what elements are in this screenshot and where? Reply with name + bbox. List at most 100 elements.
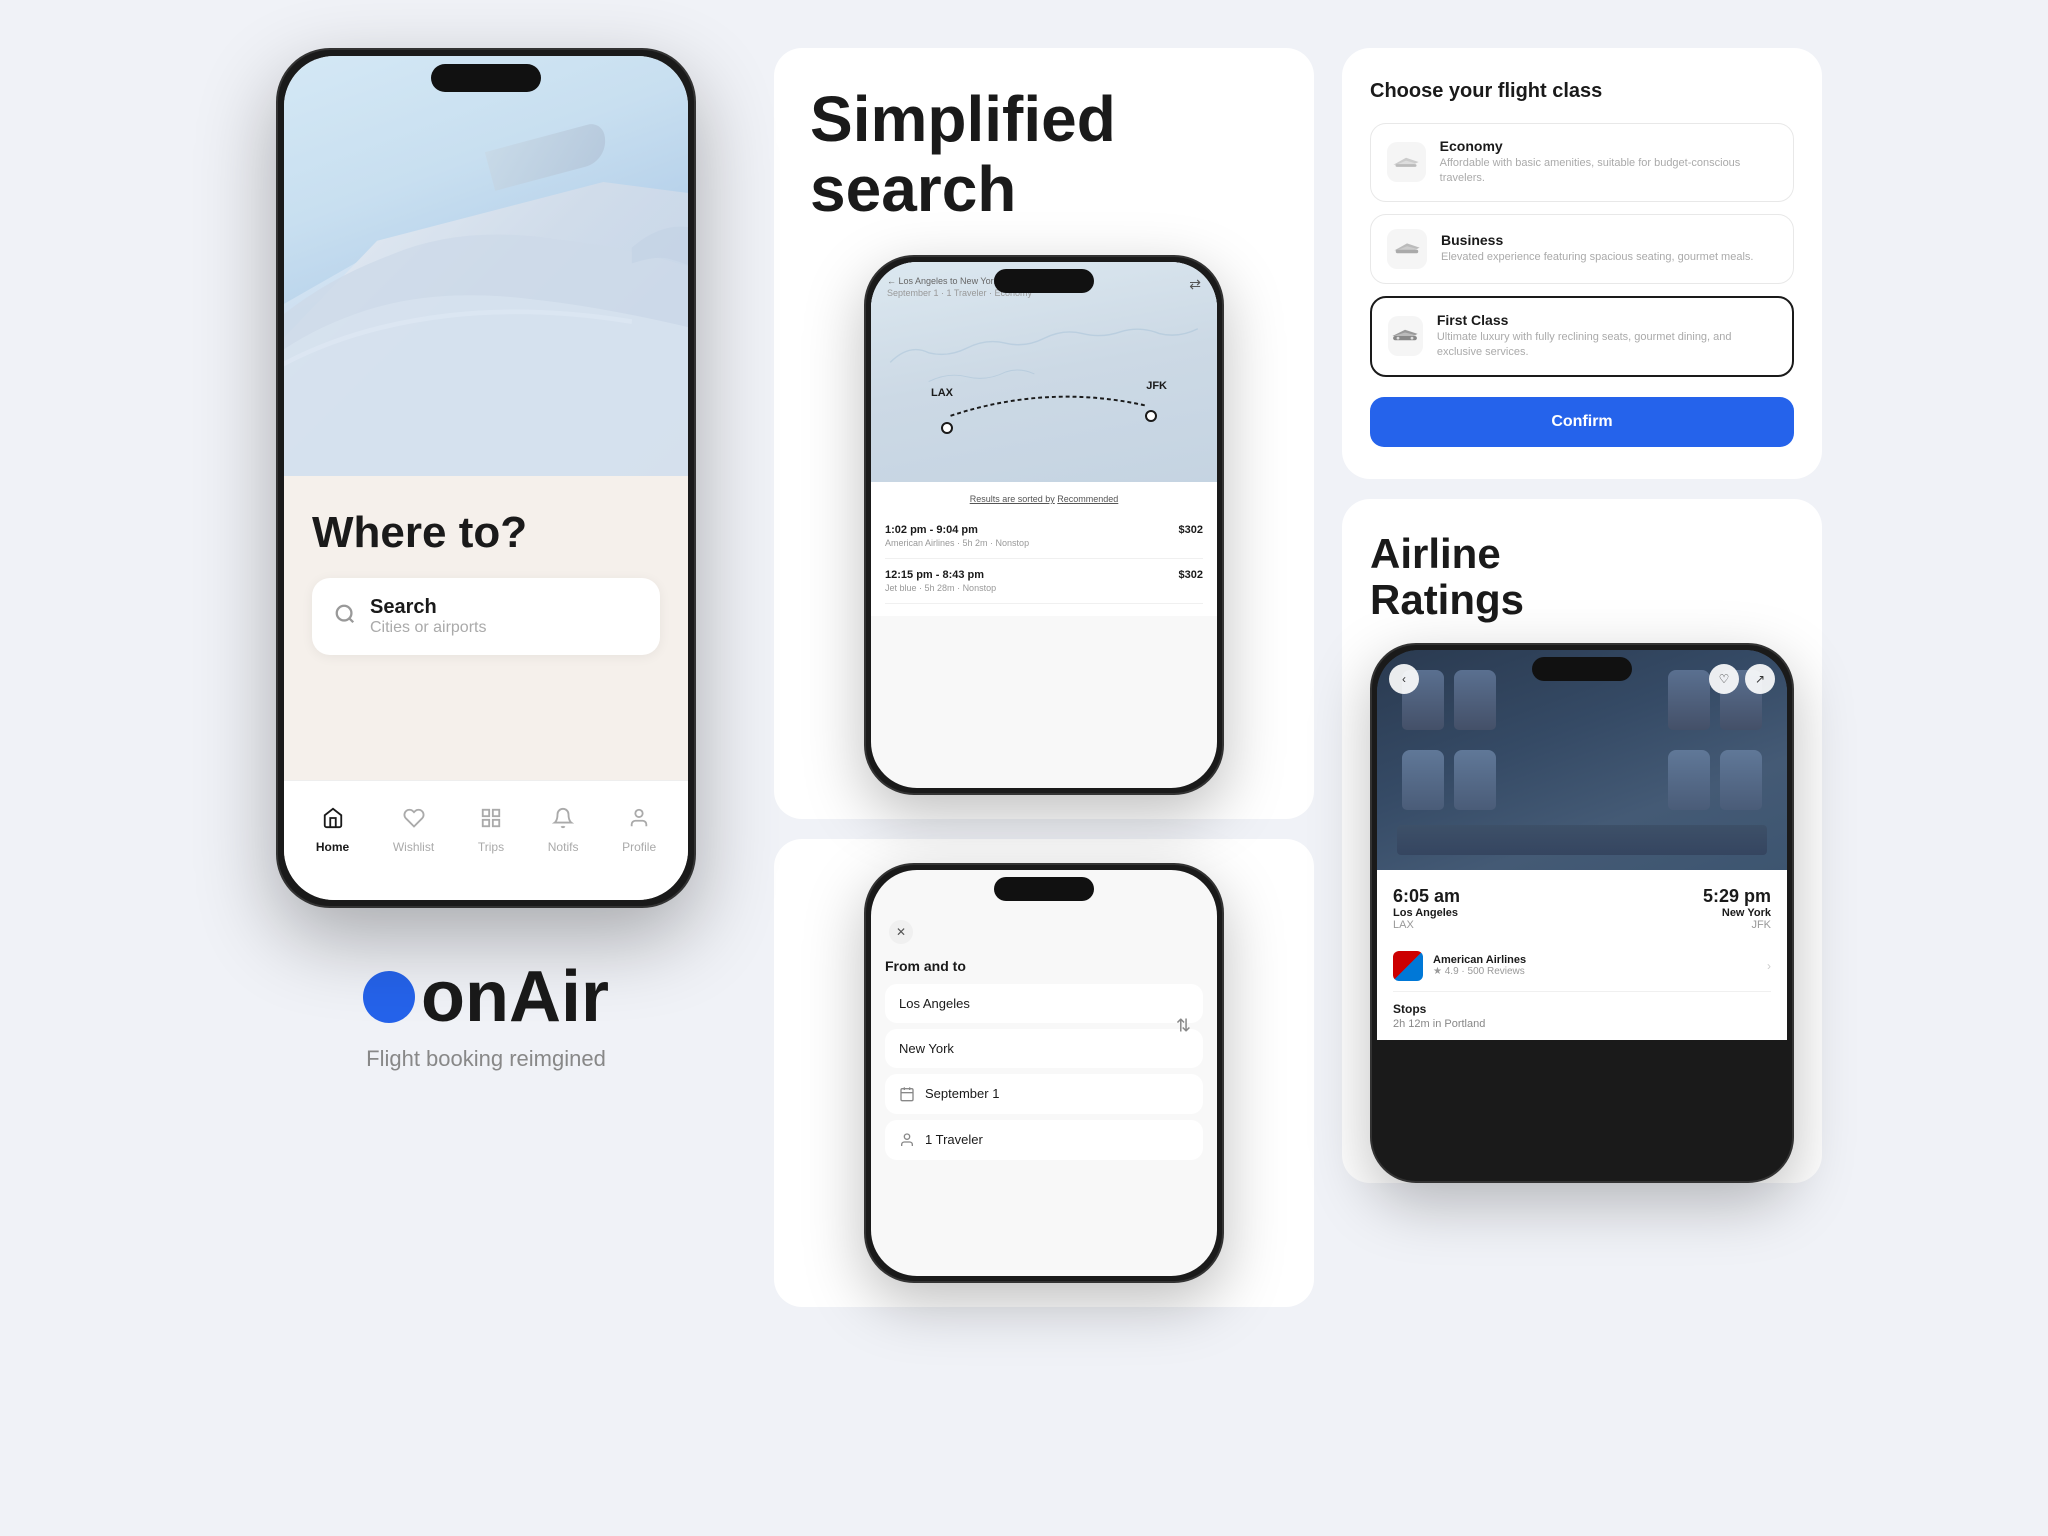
- flight-class-title: Choose your flight class: [1370, 80, 1794, 103]
- home-icon: [322, 807, 344, 836]
- flight-2-time: 12:15 pm - 8:43 pm: [885, 569, 984, 581]
- search-bar[interactable]: Search Cities or airports: [312, 578, 660, 655]
- search-text: Search Cities or airports: [370, 596, 486, 637]
- swap-icon[interactable]: ⇅: [1176, 1015, 1191, 1036]
- tab-wishlist[interactable]: Wishlist: [393, 807, 434, 854]
- search-phone-screen: ← Los Angeles to New York September 1 · …: [871, 262, 1217, 788]
- tab-notifs[interactable]: Notifs: [548, 807, 579, 854]
- booking-phone: ✕ From and to Los Angeles New York ⇅: [864, 863, 1224, 1283]
- flight-1-price: $302: [1179, 524, 1203, 536]
- economy-icon: [1387, 142, 1426, 182]
- heart-button[interactable]: ♡: [1709, 664, 1739, 694]
- date-field[interactable]: September 1: [885, 1074, 1203, 1114]
- tab-profile[interactable]: Profile: [622, 807, 656, 854]
- business-icon: [1387, 229, 1427, 269]
- arrive-block: 5:29 pm New York JFK: [1703, 886, 1771, 931]
- flight-1-details: American Airlines · 5h 2m · Nonstop: [885, 538, 1203, 548]
- flight-result-2[interactable]: 12:15 pm - 8:43 pm $302 Jet blue · 5h 28…: [885, 559, 1203, 604]
- business-info: Business Elevated experience featuring s…: [1441, 232, 1753, 265]
- right-column: Choose your flight class Economy Afforda…: [1342, 48, 1822, 1488]
- from-to-section: Los Angeles New York ⇅: [885, 984, 1203, 1068]
- phone-screen-home: Where to? Search Cities or airports: [284, 56, 688, 900]
- airline-ratings-title: Airline Ratings: [1370, 531, 1794, 623]
- seat-phone-screen: ‹ ♡ ↗ 6:05 am Los Angeles: [1377, 650, 1787, 1176]
- economy-info: Economy Affordable with basic amenities,…: [1440, 138, 1777, 187]
- flight-result-1[interactable]: 1:02 pm - 9:04 pm $302 American Airlines…: [885, 514, 1203, 559]
- brand-text: onAir: [421, 956, 609, 1038]
- confirm-button[interactable]: Confirm: [1370, 397, 1794, 447]
- first-class-icon: [1388, 316, 1423, 356]
- tab-home-label: Home: [316, 840, 349, 854]
- share-button[interactable]: ↗: [1745, 664, 1775, 694]
- seat-hero-image: ‹ ♡ ↗: [1377, 650, 1787, 870]
- tab-wishlist-label: Wishlist: [393, 840, 434, 854]
- airline-ratings-card: Airline Ratings: [1342, 499, 1822, 1183]
- route-arc-svg: [921, 378, 1177, 428]
- flight-2-price: $302: [1179, 569, 1203, 581]
- seat-phone-notch: [1532, 657, 1632, 681]
- seat-floor: [1397, 825, 1767, 855]
- phone-home-content: Where to? Search Cities or airports: [284, 476, 688, 679]
- search-icon: [334, 603, 356, 631]
- notifs-icon: [552, 807, 574, 836]
- simplified-search-card: Simplified search: [774, 48, 1314, 819]
- phone-notch: [431, 64, 541, 92]
- travelers-field[interactable]: 1 Traveler: [885, 1120, 1203, 1160]
- search-phone-notch: [994, 269, 1094, 293]
- flight-map-area: ← Los Angeles to New York September 1 · …: [871, 262, 1217, 482]
- business-option[interactable]: Business Elevated experience featuring s…: [1370, 214, 1794, 284]
- center-column: Simplified search: [774, 48, 1314, 1488]
- booking-card: ✕ From and to Los Angeles New York ⇅: [774, 839, 1314, 1307]
- from-field[interactable]: Los Angeles: [885, 984, 1203, 1023]
- flight-class-card: Choose your flight class Economy Afforda…: [1342, 48, 1822, 479]
- flight-results: Results are sorted by Recommended 1:02 p…: [871, 482, 1217, 616]
- tab-trips[interactable]: Trips: [478, 807, 504, 854]
- flight-search-phone: ← Los Angeles to New York September 1 · …: [864, 255, 1224, 795]
- seat-row-3: [1402, 750, 1496, 810]
- phone-mockup-home: Where to? Search Cities or airports: [276, 48, 696, 908]
- results-sorted-text: Results are sorted by Recommended: [885, 494, 1203, 504]
- tab-bar: Home Wishlist: [284, 780, 688, 900]
- tab-home[interactable]: Home: [316, 807, 349, 854]
- first-class-option[interactable]: First Class Ultimate luxury with fully r…: [1370, 296, 1794, 377]
- route-title: Los Angeles to New York: [899, 276, 999, 286]
- seat-phone: ‹ ♡ ↗ 6:05 am Los Angeles: [1370, 643, 1794, 1183]
- airline-logo: [1393, 951, 1423, 981]
- trips-icon: [480, 807, 502, 836]
- tab-profile-label: Profile: [622, 840, 656, 854]
- brand-dot: [363, 971, 415, 1023]
- brand-tagline: Flight booking reimgined: [363, 1046, 609, 1072]
- seat-info: 6:05 am Los Angeles LAX 5:29 pm New York…: [1377, 870, 1787, 1040]
- simplified-title: Simplified search: [810, 84, 1278, 225]
- tab-trips-label: Trips: [478, 840, 504, 854]
- airline-info: American Airlines ★ 4.9 · 500 Reviews: [1433, 954, 1526, 977]
- hero-image: [284, 56, 688, 476]
- economy-option[interactable]: Economy Affordable with basic amenities,…: [1370, 123, 1794, 202]
- american-airlines-logo: [1393, 951, 1423, 981]
- brand-section: onAir Flight booking reimgined: [363, 936, 609, 1092]
- booking-form: From and to Los Angeles New York ⇅: [871, 958, 1217, 1160]
- brand-name: onAir: [363, 956, 609, 1038]
- seat-row-4: [1668, 750, 1762, 810]
- action-buttons: ♡ ↗: [1709, 664, 1775, 694]
- back-button[interactable]: ‹: [1389, 664, 1419, 694]
- tab-notifs-label: Notifs: [548, 840, 579, 854]
- booking-phone-screen: ✕ From and to Los Angeles New York ⇅: [871, 870, 1217, 1276]
- where-to-heading: Where to?: [312, 508, 660, 558]
- to-field[interactable]: New York: [885, 1029, 1203, 1068]
- profile-icon: [628, 807, 650, 836]
- flight-1-time: 1:02 pm - 9:04 pm: [885, 524, 978, 536]
- flight-2-details: Jet blue · 5h 28m · Nonstop: [885, 583, 1203, 593]
- form-title: From and to: [885, 958, 1203, 974]
- airline-row[interactable]: American Airlines ★ 4.9 · 500 Reviews ›: [1393, 941, 1771, 992]
- close-button[interactable]: ✕: [889, 920, 913, 944]
- wishlist-icon: [403, 807, 425, 836]
- flight-times: 6:05 am Los Angeles LAX 5:29 pm New York…: [1393, 886, 1771, 931]
- first-class-info: First Class Ultimate luxury with fully r…: [1437, 312, 1776, 361]
- airline-chevron-icon: ›: [1767, 959, 1771, 973]
- stops-section: Stops 2h 12m in Portland: [1393, 992, 1771, 1040]
- booking-phone-notch: [994, 877, 1094, 901]
- left-column: Where to? Search Cities or airports: [226, 48, 746, 1488]
- depart-block: 6:05 am Los Angeles LAX: [1393, 886, 1460, 931]
- route-line-area: LAX JFK: [921, 382, 1177, 442]
